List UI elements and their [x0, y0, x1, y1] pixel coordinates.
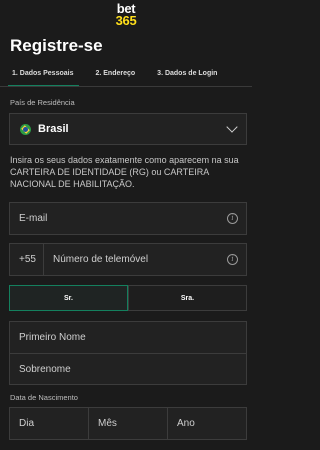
step-personal-data[interactable]: 1. Dados Pessoais: [0, 65, 83, 87]
header-bar: bet 365: [0, 0, 252, 30]
dob-label: Data de Nascimento: [10, 393, 78, 402]
step-address[interactable]: 2. Endereço: [83, 65, 145, 85]
phone-prefix[interactable]: +55: [10, 244, 44, 275]
email-placeholder: E-mail: [19, 213, 48, 224]
chevron-down-icon: [226, 121, 238, 133]
title-selector: Sr. Sra.: [9, 285, 247, 311]
phone-field[interactable]: +55 Número de telemóvel i: [9, 243, 247, 276]
dob-fields: Dia Mês Ano: [9, 407, 247, 440]
info-icon[interactable]: i: [227, 254, 238, 265]
first-name-field[interactable]: Primeiro Nome: [10, 322, 246, 353]
info-icon[interactable]: i: [227, 213, 238, 224]
last-name-field[interactable]: Sobrenome: [10, 354, 246, 385]
title-mr-button[interactable]: Sr.: [9, 285, 128, 311]
step-login-data[interactable]: 3. Dados de Login: [145, 65, 227, 85]
step-tabs: 1. Dados Pessoais 2. Endereço 3. Dados d…: [0, 65, 252, 87]
country-value: Brasil: [38, 123, 69, 135]
name-fields: Primeiro Nome Sobrenome: [9, 321, 247, 385]
email-field[interactable]: E-mail i: [9, 202, 247, 235]
dob-year-field[interactable]: Ano: [167, 408, 246, 439]
logo-line-2: 365: [115, 13, 137, 28]
country-select[interactable]: Brasil: [9, 113, 247, 145]
phone-placeholder: Número de telemóvel: [53, 254, 149, 265]
dob-month-field[interactable]: Mês: [88, 408, 167, 439]
brazil-flag-icon: [20, 123, 31, 135]
residence-label: País de Residência: [10, 98, 75, 107]
steps-divider: [0, 86, 252, 87]
page-title: Registre-se: [10, 36, 103, 55]
title-mrs-button[interactable]: Sra.: [128, 285, 247, 311]
instructions-text: Insira os seus dados exatamente como apa…: [10, 155, 239, 189]
bet365-logo[interactable]: bet 365: [115, 2, 137, 28]
dob-day-field[interactable]: Dia: [10, 408, 88, 439]
